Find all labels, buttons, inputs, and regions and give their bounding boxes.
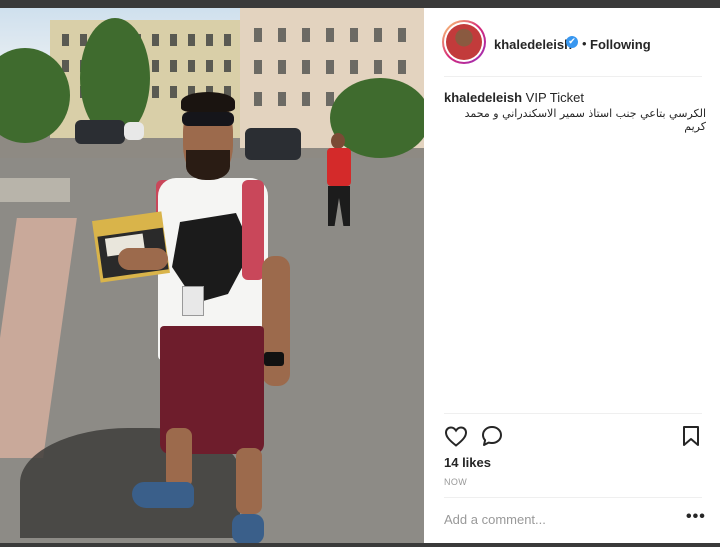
photo-tree — [330, 78, 424, 158]
photo-car — [75, 120, 125, 144]
photo-shoe — [132, 482, 194, 508]
caption-username[interactable]: khaledeleish — [444, 90, 522, 105]
post-photo[interactable] — [0, 8, 424, 543]
photo-watch — [264, 352, 284, 366]
bookmark-icon[interactable] — [682, 425, 700, 447]
photo-person-hand — [118, 248, 168, 270]
photo-person-beard — [186, 150, 230, 180]
post-header: khaledeleish ✔ • Following — [424, 8, 720, 84]
comment-divider — [444, 497, 702, 498]
window-bottom-border — [0, 543, 720, 547]
photo-runner-body — [327, 148, 351, 186]
post-caption: khaledeleish VIP Ticket — [444, 90, 710, 106]
photo-shoe — [232, 514, 264, 543]
photo-person-hair — [181, 92, 235, 112]
photo-car — [245, 128, 301, 160]
photo-person-leg — [166, 428, 192, 488]
window-top-border — [0, 0, 720, 8]
header-divider — [444, 76, 702, 77]
photo-backpack-strap — [242, 180, 264, 280]
comment-icon[interactable] — [480, 425, 504, 447]
caption-arabic-text: الكرسي بتاعي جنب استاذ سمير الاسكندراني … — [464, 107, 706, 133]
following-button[interactable]: Following — [590, 37, 651, 52]
heart-icon[interactable] — [444, 425, 468, 447]
header-separator: • — [582, 36, 587, 51]
actions-divider — [444, 413, 702, 414]
more-options-icon[interactable]: ••• — [686, 508, 706, 526]
photo-car — [124, 122, 144, 140]
avatar[interactable] — [442, 20, 486, 64]
verified-badge-icon: ✔ — [566, 36, 578, 48]
comment-input[interactable] — [444, 510, 664, 528]
username-link[interactable]: khaledeleish — [494, 37, 572, 52]
photo-runner-head — [331, 133, 345, 149]
photo-curb — [0, 178, 70, 202]
photo-person-arm — [262, 256, 290, 386]
photo-sunglasses — [182, 112, 234, 126]
likes-count[interactable]: 14 likes — [444, 455, 491, 470]
photo-person-leg — [236, 448, 262, 514]
post-sidebar: khaledeleish ✔ • Following khaledeleish … — [424, 8, 720, 543]
post-timestamp: NOW — [444, 477, 468, 487]
photo-accreditation-badge — [182, 286, 204, 316]
caption-title: VIP Ticket — [525, 90, 584, 105]
